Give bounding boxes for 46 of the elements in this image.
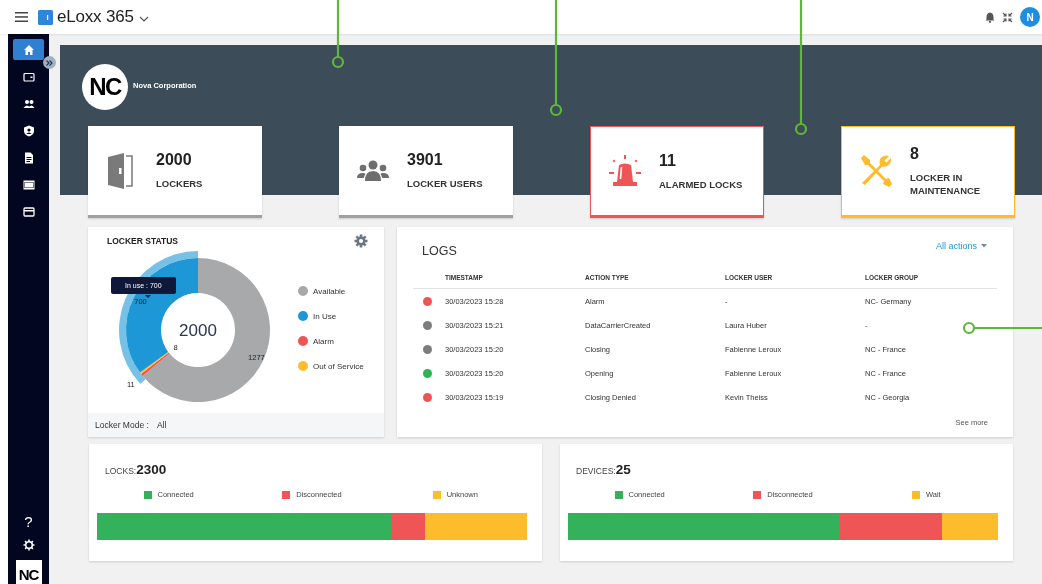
stat-card[interactable]: 8 LOCKER IN MAINTENANCE xyxy=(841,126,1015,218)
bell-icon[interactable] xyxy=(985,11,995,23)
screen-icon xyxy=(22,178,35,191)
stat-card[interactable]: 2000 LOCKERS xyxy=(88,126,262,218)
card-icon xyxy=(22,205,35,218)
app-logo-icon xyxy=(38,9,53,25)
legend-label: Out of Service xyxy=(313,361,364,371)
legend-label: Alarm xyxy=(313,336,334,346)
double-chevron-icon xyxy=(46,59,53,66)
caret-icon xyxy=(981,244,987,248)
company-logo: NC xyxy=(15,560,42,584)
alarm-light-icon xyxy=(608,154,642,188)
stat-label: LOCKER IN MAINTENANCE xyxy=(910,171,982,197)
count-value: 2300 xyxy=(136,462,167,477)
count-value: 25 xyxy=(615,462,631,477)
mode-label: Locker Mode : xyxy=(95,420,149,430)
home-icon xyxy=(22,43,35,56)
users-icon xyxy=(22,97,35,110)
shield-user-icon xyxy=(22,124,35,137)
legend-label: In Use xyxy=(313,311,337,321)
app-title: eLoxx 365 xyxy=(57,7,134,27)
stat-card[interactable]: 11 ALARMED LOCKS xyxy=(590,126,764,218)
card-title: LOCKER STATUS xyxy=(107,236,178,246)
stat-value: 8 xyxy=(910,145,920,163)
stat-card[interactable]: 3901 LOCKER USERS xyxy=(339,126,513,218)
legend-label: Available xyxy=(313,286,346,296)
menu-icon[interactable] xyxy=(15,12,28,22)
stat-label: LOCKERS xyxy=(156,177,203,190)
card-title: LOCKS: xyxy=(105,466,137,476)
document-icon xyxy=(22,151,35,164)
help-icon[interactable]: ? xyxy=(24,513,33,531)
card-title: LOGS xyxy=(422,244,457,258)
tools-icon xyxy=(859,154,893,188)
collapse-icon[interactable] xyxy=(1002,11,1013,23)
users-icon xyxy=(356,159,390,182)
callout-marker xyxy=(331,0,345,69)
total-value: 2000 xyxy=(179,321,217,340)
stat-value: 3901 xyxy=(407,151,444,169)
stat-value: 2000 xyxy=(156,151,193,169)
stat-label: LOCKER USERS xyxy=(407,177,483,190)
chevron-down-icon[interactable] xyxy=(138,15,149,22)
mode-value: All xyxy=(156,420,167,430)
stat-label: ALARMED LOCKS xyxy=(659,177,743,191)
wallet-icon xyxy=(22,70,35,83)
stat-value: 11 xyxy=(659,151,677,170)
card-title: DEVICES: xyxy=(576,466,616,476)
